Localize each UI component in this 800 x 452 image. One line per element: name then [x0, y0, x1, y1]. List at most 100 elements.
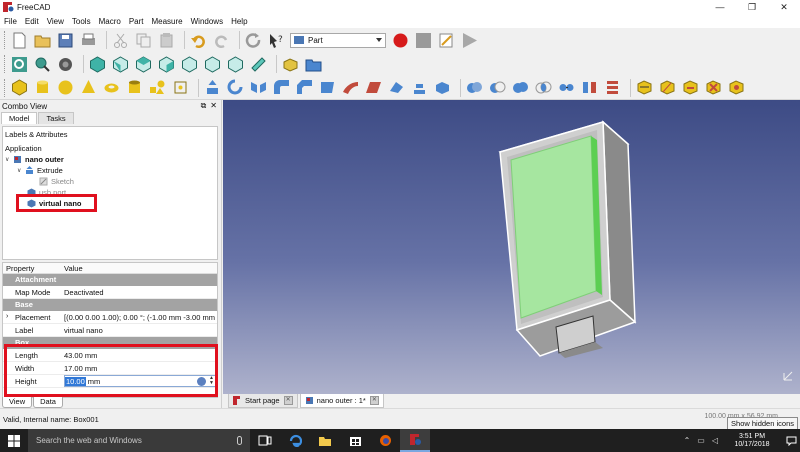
- tree-item-document[interactable]: ∨ nano outer: [5, 154, 64, 165]
- fuse-button[interactable]: [511, 78, 530, 97]
- 3d-viewport[interactable]: [223, 100, 800, 394]
- view-top-button[interactable]: [134, 55, 153, 74]
- execute-macro-button[interactable]: [460, 31, 479, 50]
- taskbar-edge-button[interactable]: [280, 429, 310, 452]
- cut-boolean-button[interactable]: [488, 78, 507, 97]
- property-value[interactable]: Deactivated: [61, 288, 217, 297]
- view-front-button[interactable]: [111, 55, 130, 74]
- view-rear-button[interactable]: [180, 55, 199, 74]
- float-panel-icon[interactable]: ⧉: [201, 101, 207, 111]
- split-button[interactable]: [580, 78, 599, 97]
- start-button[interactable]: [0, 429, 28, 452]
- whats-this-button[interactable]: ?: [267, 31, 286, 50]
- toolbar-grip[interactable]: [4, 31, 7, 49]
- create-group-button[interactable]: [304, 55, 323, 74]
- mirror-button[interactable]: [249, 78, 268, 97]
- redo-button[interactable]: [212, 31, 231, 50]
- menu-tools[interactable]: Tools: [72, 17, 91, 26]
- paste-button[interactable]: [157, 31, 176, 50]
- measure-refresh-button[interactable]: [681, 78, 700, 97]
- create-part-button[interactable]: [281, 55, 300, 74]
- sphere-button[interactable]: [56, 78, 75, 97]
- cone-button[interactable]: [79, 78, 98, 97]
- action-center-button[interactable]: [782, 429, 800, 452]
- measure-distance-button[interactable]: [249, 55, 268, 74]
- maximize-button[interactable]: ❐: [736, 0, 768, 14]
- tab-model[interactable]: Model: [1, 112, 38, 124]
- microphone-icon[interactable]: [237, 436, 242, 445]
- tab-data[interactable]: Data: [33, 397, 63, 408]
- taskbar-explorer-button[interactable]: [310, 429, 340, 452]
- offset-button[interactable]: [410, 78, 429, 97]
- task-view-button[interactable]: [250, 429, 280, 452]
- chevron-down-icon[interactable]: ∨: [17, 167, 25, 174]
- view-right-button[interactable]: [157, 55, 176, 74]
- macros-button[interactable]: [437, 31, 456, 50]
- menu-file[interactable]: File: [4, 17, 17, 26]
- ruled-surface-button[interactable]: [341, 78, 360, 97]
- toolbar-grip[interactable]: [4, 78, 7, 97]
- tree-item-sketch[interactable]: Sketch: [39, 176, 74, 187]
- chevron-down-icon[interactable]: ∨: [5, 156, 13, 163]
- chevron-right-icon[interactable]: ›: [6, 313, 8, 320]
- cylinder-button[interactable]: [33, 78, 52, 97]
- save-button[interactable]: [56, 31, 75, 50]
- taskbar-search-box[interactable]: Search the web and Windows: [28, 429, 250, 452]
- chamfer-button[interactable]: [295, 78, 314, 97]
- primitives-button[interactable]: [148, 78, 167, 97]
- menu-edit[interactable]: Edit: [25, 17, 39, 26]
- fit-all-button[interactable]: [10, 55, 29, 74]
- workbench-dropdown[interactable]: Part: [290, 32, 386, 48]
- taskbar-freecad-button[interactable]: [400, 429, 430, 452]
- property-row-placement[interactable]: › Placement [(0.00 0.00 1.00); 0.00 °; (…: [3, 311, 217, 324]
- view-isometric-button[interactable]: [88, 55, 107, 74]
- menu-measure[interactable]: Measure: [151, 17, 182, 26]
- refresh-button[interactable]: [244, 31, 263, 50]
- tube-button[interactable]: [125, 78, 144, 97]
- draw-style-button[interactable]: [56, 55, 75, 74]
- menu-part[interactable]: Part: [129, 17, 144, 26]
- measure-toggle-3d-button[interactable]: [727, 78, 746, 97]
- minimize-button[interactable]: —: [704, 0, 736, 14]
- cut-button[interactable]: [111, 31, 130, 50]
- revolve-button[interactable]: [226, 78, 245, 97]
- undo-button[interactable]: [189, 31, 208, 50]
- view-left-button[interactable]: [226, 55, 245, 74]
- print-button[interactable]: [79, 31, 98, 50]
- close-tab-icon[interactable]: ✕: [283, 396, 293, 405]
- property-group-attachment[interactable]: Attachment: [3, 274, 217, 286]
- shape-builder-button[interactable]: [171, 78, 190, 97]
- property-group-base[interactable]: Base: [3, 299, 217, 311]
- measure-angular-button[interactable]: [658, 78, 677, 97]
- boolean-button[interactable]: [465, 78, 484, 97]
- property-value[interactable]: virtual nano: [61, 326, 217, 335]
- property-row-label[interactable]: Label virtual nano: [3, 324, 217, 337]
- fillet-button[interactable]: [272, 78, 291, 97]
- compound-button[interactable]: [603, 78, 622, 97]
- loft-button[interactable]: [364, 78, 383, 97]
- tab-start-page[interactable]: Start page ✕: [228, 394, 298, 408]
- record-macro-button[interactable]: [391, 31, 410, 50]
- view-bottom-button[interactable]: [203, 55, 222, 74]
- property-value[interactable]: [(0.00 0.00 1.00); 0.00 °; (-1.00 mm -3.…: [61, 313, 217, 322]
- common-button[interactable]: [534, 78, 553, 97]
- new-file-button[interactable]: [10, 31, 29, 50]
- close-tab-icon[interactable]: ✕: [369, 396, 379, 405]
- virtual-nano-board[interactable]: [510, 135, 597, 319]
- measure-clear-button[interactable]: [704, 78, 723, 97]
- close-panel-icon[interactable]: ✕: [210, 101, 217, 111]
- tab-view[interactable]: View: [2, 397, 33, 408]
- cube-button[interactable]: [10, 78, 29, 97]
- volume-icon[interactable]: ◁: [708, 429, 722, 452]
- thickness-button[interactable]: [433, 78, 452, 97]
- toolbar-grip[interactable]: [4, 55, 7, 73]
- show-hidden-icons-button[interactable]: ⌃: [680, 429, 694, 452]
- menu-macro[interactable]: Macro: [99, 17, 121, 26]
- taskbar-firefox-button[interactable]: [370, 429, 400, 452]
- torus-button[interactable]: [102, 78, 121, 97]
- tree-item-extrude[interactable]: ∨ Extrude: [17, 165, 63, 176]
- menu-help[interactable]: Help: [231, 17, 247, 26]
- fit-selection-button[interactable]: [33, 55, 52, 74]
- close-button[interactable]: ✕: [768, 0, 800, 14]
- menu-view[interactable]: View: [47, 17, 64, 26]
